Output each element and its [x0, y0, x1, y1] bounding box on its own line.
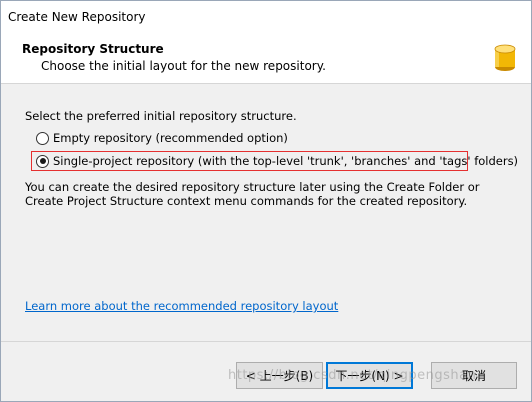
window-title: Create New Repository — [8, 10, 146, 24]
structure-description: You can create the desired repository st… — [25, 180, 480, 208]
title-bar[interactable]: Create New Repository — [1, 1, 531, 31]
structure-prompt: Select the preferred initial repository … — [25, 109, 297, 123]
wizard-content: Select the preferred initial repository … — [1, 85, 531, 341]
database-icon — [494, 44, 516, 71]
option-empty-repository[interactable]: Empty repository (recommended option) — [36, 131, 288, 145]
dialog-window: Create New Repository Repository Structu… — [0, 0, 532, 402]
option-empty-label: Empty repository (recommended option) — [53, 131, 288, 145]
cancel-button[interactable]: 取消 — [431, 362, 517, 389]
header-title: Repository Structure — [22, 42, 164, 56]
header-subtitle: Choose the initial layout for the new re… — [41, 59, 326, 73]
learn-more-link[interactable]: Learn more about the recommended reposit… — [25, 299, 338, 313]
wizard-footer: < 上一步(B) 下一步(N) > 取消 — [1, 341, 531, 401]
back-button[interactable]: < 上一步(B) — [236, 362, 323, 389]
radio-single-project[interactable] — [36, 154, 49, 168]
next-button[interactable]: 下一步(N) > — [326, 362, 413, 389]
wizard-header: Repository Structure Choose the initial … — [1, 31, 531, 84]
radio-empty-repository[interactable] — [36, 131, 49, 145]
option-single-project[interactable]: Single-project repository (with the top-… — [36, 154, 518, 168]
option-single-project-label: Single-project repository (with the top-… — [53, 154, 519, 168]
